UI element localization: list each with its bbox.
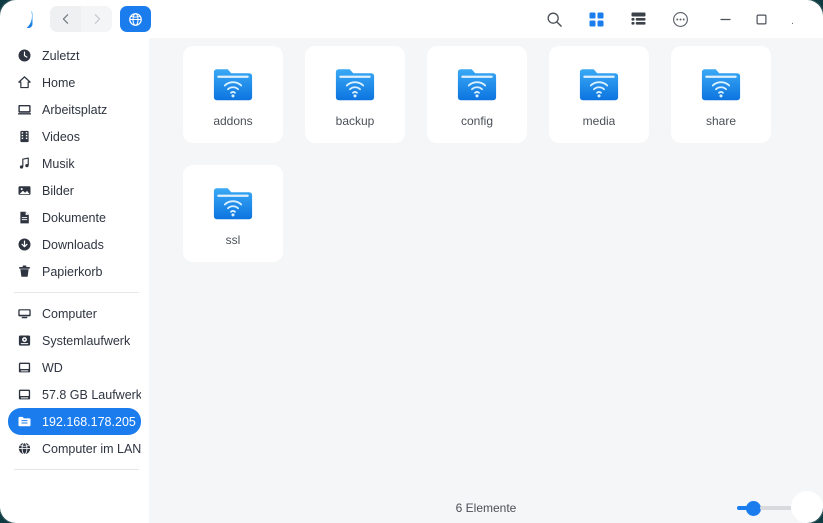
sidebar-item-computer[interactable]: Computer xyxy=(8,300,141,327)
network-share-folder-icon xyxy=(210,182,256,224)
navigation-button-group xyxy=(50,6,112,32)
zoom-slider-handle[interactable] xyxy=(746,501,761,516)
window-header xyxy=(0,0,823,38)
more-options-icon[interactable] xyxy=(663,2,697,36)
sidebar-item-papierkorb[interactable]: Papierkorb xyxy=(8,258,141,285)
sidebar-item-label: Systemlaufwerk xyxy=(42,334,130,348)
file-name: ssl xyxy=(226,233,241,247)
sidebar-item-label: Bilder xyxy=(42,184,74,198)
file-name: config xyxy=(461,114,493,128)
sidebar-item-computer-im-lan[interactable]: Computer im LAN xyxy=(8,435,141,462)
video-icon xyxy=(16,128,33,145)
item-count-label: 6 Elemente xyxy=(149,501,823,515)
sidebar-item-label: Dokumente xyxy=(42,211,106,225)
harddisk-icon xyxy=(16,332,33,349)
desktop-icon xyxy=(16,101,33,118)
sidebar-item-wd[interactable]: WD xyxy=(8,354,141,381)
file-name: media xyxy=(583,114,616,128)
network-share-folder-icon xyxy=(332,63,378,105)
file-item[interactable]: share xyxy=(671,46,771,143)
sidebar-item-label: Downloads xyxy=(42,238,104,252)
status-bar: 6 Elemente xyxy=(149,493,823,523)
minimize-button[interactable] xyxy=(707,2,743,36)
sidebar-item-label: Papierkorb xyxy=(42,265,102,279)
sidebar-item-downloads[interactable]: Downloads xyxy=(8,231,141,258)
sidebar-item-label: Computer xyxy=(42,307,97,321)
sidebar-item-label: WD xyxy=(42,361,63,375)
sidebar: Zuletzt Home Arbeitspl xyxy=(0,38,149,523)
document-icon xyxy=(16,209,33,226)
maximize-button[interactable] xyxy=(743,2,779,36)
drive-icon xyxy=(16,359,33,376)
image-icon xyxy=(16,182,33,199)
file-item[interactable]: config xyxy=(427,46,527,143)
sidebar-item-arbeitsplatz[interactable]: Arbeitsplatz xyxy=(8,96,141,123)
sidebar-item-label: Home xyxy=(42,76,75,90)
file-name: share xyxy=(706,114,736,128)
file-item[interactable]: backup xyxy=(305,46,405,143)
trash-icon xyxy=(16,263,33,280)
globe-icon xyxy=(16,440,33,457)
sidebar-item-zuletzt[interactable]: Zuletzt xyxy=(8,42,141,69)
globe-icon xyxy=(128,12,143,27)
file-item[interactable]: media xyxy=(549,46,649,143)
sidebar-item-label: 57.8 GB Laufwerk xyxy=(42,388,141,402)
network-folder-icon xyxy=(16,413,33,430)
sidebar-item-videos[interactable]: Videos xyxy=(8,123,141,150)
network-location-button[interactable] xyxy=(120,6,151,32)
sidebar-item-57gb-laufwerk[interactable]: 57.8 GB Laufwerk xyxy=(8,381,141,408)
drive-icon xyxy=(16,386,33,403)
network-share-folder-icon xyxy=(454,63,500,105)
sidebar-divider xyxy=(14,292,139,293)
sidebar-item-home[interactable]: Home xyxy=(8,69,141,96)
search-icon[interactable] xyxy=(537,2,571,36)
sidebar-item-label: Videos xyxy=(42,130,80,144)
file-item[interactable]: addons xyxy=(183,46,283,143)
content-area: addons xyxy=(149,38,823,523)
sidebar-item-label: Musik xyxy=(42,157,75,171)
sidebar-item-label: Computer im LAN xyxy=(42,442,141,456)
sidebar-item-label: Zuletzt xyxy=(42,49,80,63)
clock-icon xyxy=(16,47,33,64)
network-share-folder-icon xyxy=(698,63,744,105)
back-button[interactable] xyxy=(50,6,81,32)
sidebar-item-bilder[interactable]: Bilder xyxy=(8,177,141,204)
files-app-icon xyxy=(8,5,36,33)
music-icon xyxy=(16,155,33,172)
network-share-folder-icon xyxy=(210,63,256,105)
file-grid: addons xyxy=(149,38,823,493)
sidebar-divider xyxy=(14,469,139,470)
computer-icon xyxy=(16,305,33,322)
sidebar-item-systemlaufwerk[interactable]: Systemlaufwerk xyxy=(8,327,141,354)
network-share-folder-icon xyxy=(576,63,622,105)
sidebar-item-label: Arbeitsplatz xyxy=(42,103,107,117)
file-item[interactable]: ssl xyxy=(183,165,283,262)
file-name: addons xyxy=(213,114,252,128)
sidebar-item-label: 192.168.178.205 xyxy=(42,415,136,429)
window-body: Zuletzt Home Arbeitspl xyxy=(0,38,823,523)
close-button[interactable] xyxy=(779,2,815,36)
list-view-icon[interactable] xyxy=(621,2,655,36)
zoom-slider[interactable] xyxy=(737,500,809,516)
file-manager-window: Zuletzt Home Arbeitspl xyxy=(0,0,823,523)
home-icon xyxy=(16,74,33,91)
download-icon xyxy=(16,236,33,253)
sidebar-item-192-168-178-205[interactable]: 192.168.178.205 xyxy=(8,408,141,435)
grid-view-icon[interactable] xyxy=(579,2,613,36)
sidebar-item-dokumente[interactable]: Dokumente xyxy=(8,204,141,231)
forward-button[interactable] xyxy=(81,6,112,32)
sidebar-item-musik[interactable]: Musik xyxy=(8,150,141,177)
zoom-slider-track xyxy=(760,506,809,510)
file-name: backup xyxy=(336,114,375,128)
